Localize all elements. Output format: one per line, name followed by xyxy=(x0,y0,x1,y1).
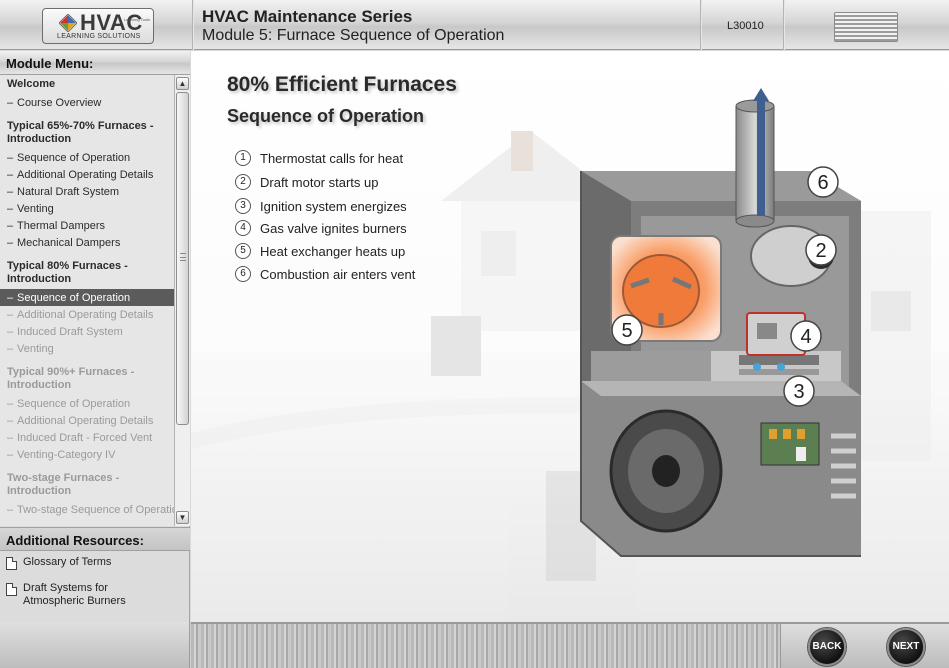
footer-bar: BACK NEXT xyxy=(0,622,949,668)
back-button[interactable]: BACK xyxy=(808,628,846,666)
content-area: 80% Efficient Furnaces Sequence of Opera… xyxy=(191,51,949,622)
step-text: Draft motor starts up xyxy=(260,175,379,190)
scroll-down-button[interactable]: ▼ xyxy=(176,511,189,524)
logo-small-text: Learning Tools xyxy=(124,17,150,22)
bullet-dash: – xyxy=(7,96,14,109)
bullet-dash: – xyxy=(7,397,14,410)
menu-item[interactable]: – Natural Draft System xyxy=(0,183,174,200)
next-button[interactable]: NEXT xyxy=(887,628,925,666)
menu-item[interactable]: – Thermal Dampers xyxy=(0,217,174,234)
menu-grille-button[interactable] xyxy=(834,12,898,42)
header-divider xyxy=(192,0,194,50)
menu-item[interactable]: – Additional Operating Details xyxy=(0,166,174,183)
footer-nav: BACK NEXT xyxy=(780,622,949,668)
footer-left-panel xyxy=(0,622,190,668)
menu-item-label: Course Overview xyxy=(17,96,102,109)
menu-item[interactable]: – Induced Draft - Forced Vent xyxy=(0,429,174,446)
bullet-dash: – xyxy=(7,448,14,461)
menu-item-label: Mechanical Dampers xyxy=(17,236,121,249)
bullet-dash: – xyxy=(7,325,14,338)
bullet-dash: – xyxy=(7,219,14,232)
lesson-code: L30010 xyxy=(727,20,764,32)
module-title: Module 5: Furnace Sequence of Operation xyxy=(202,27,505,44)
menu-item-label: Sequence of Operation xyxy=(17,291,131,304)
step-text: Gas valve ignites burners xyxy=(260,221,407,236)
bullet-dash: – xyxy=(7,151,14,164)
menu-item-label: Additional Operating Details xyxy=(17,414,154,427)
menu-item[interactable]: – Additional Operating Details xyxy=(0,306,174,323)
resource-label: Glossary of Terms xyxy=(23,556,112,568)
scroll-thumb[interactable] xyxy=(176,92,189,425)
step-number: 4 xyxy=(235,220,251,236)
menu-item[interactable]: – Two-stage Sequence of Operation xyxy=(0,501,174,518)
menu-section-title: Welcome xyxy=(7,78,56,90)
menu-section-title: Two-stage Furnaces - Introduction xyxy=(7,472,120,497)
menu-item-label: Additional Operating Details xyxy=(17,308,154,321)
footer-progress-bar xyxy=(191,622,780,668)
sidebar: Module Menu: Welcome – Course Overview Typi… xyxy=(0,51,190,622)
step-text: Heat exchanger heats up xyxy=(260,244,406,259)
menu-item-label: Additional Operating Details xyxy=(17,168,154,181)
content-title: 80% Efficient Furnaces xyxy=(227,73,457,96)
logo-tagline: LEARNING SOLUTIONS xyxy=(57,33,141,40)
header-divider xyxy=(700,0,702,50)
scroll-up-button[interactable]: ▲ xyxy=(176,77,189,90)
logo-diamond-icon xyxy=(59,14,77,32)
bullet-dash: – xyxy=(7,236,14,249)
series-title: HVAC Maintenance Series xyxy=(202,7,413,26)
module-menu-heading: Module Menu: xyxy=(0,51,190,75)
bullet-dash: – xyxy=(7,185,14,198)
resource-label: Draft Systems for Atmospheric Burners xyxy=(23,582,126,607)
menu-item[interactable]: – Sequence of Operation xyxy=(0,289,174,306)
step-text: Thermostat calls for heat xyxy=(260,151,404,166)
menu-section-title: Typical 65%-70% Furnaces - Introduction xyxy=(7,120,154,145)
menu-item-label: Venting-Category IV xyxy=(17,448,116,461)
header-divider xyxy=(783,0,785,50)
bullet-dash: – xyxy=(7,431,14,444)
menu-item[interactable]: – Mechanical Dampers xyxy=(0,234,174,251)
menu-item[interactable]: – Induced Draft System xyxy=(0,323,174,340)
additional-resources-heading: Additional Resources: xyxy=(0,527,190,551)
content-subtitle: Sequence of Operation xyxy=(227,106,425,126)
step-number: 5 xyxy=(235,243,251,259)
bullet-dash: – xyxy=(7,414,14,427)
step-number: 6 xyxy=(235,266,251,282)
menu-item-label: Venting xyxy=(17,342,54,355)
menu-scrollbar[interactable]: ▲ ▼ xyxy=(174,75,190,526)
bullet-dash: – xyxy=(7,503,14,516)
menu-item-label: Induced Draft - Forced Vent xyxy=(17,431,153,444)
bullet-dash: – xyxy=(7,308,14,321)
menu-item-label: Venting xyxy=(17,202,54,215)
document-icon xyxy=(6,583,17,596)
step-number: 1 xyxy=(235,150,251,166)
menu-item-label: Two-stage Sequence of Operation xyxy=(17,503,174,516)
bullet-dash: – xyxy=(7,342,14,355)
menu-item[interactable]: – Sequence of Operation xyxy=(0,149,174,166)
header-bar: HVAC Learning Tools LEARNING SOLUTIONS H… xyxy=(0,0,949,50)
menu-item-label: Sequence of Operation xyxy=(17,397,131,410)
menu-section-title: Typical 90%+ Furnaces - Introduction xyxy=(7,366,135,391)
menu-section-title: Typical 80% Furnaces - Introduction xyxy=(7,260,128,285)
step-number: 3 xyxy=(235,198,251,214)
menu-item[interactable]: – Venting-Category IV xyxy=(0,446,174,463)
document-icon xyxy=(6,557,17,570)
menu-item[interactable]: – Additional Operating Details xyxy=(0,412,174,429)
bullet-dash: – xyxy=(7,202,14,215)
menu-item-label: Natural Draft System xyxy=(17,185,120,198)
menu-item[interactable]: – Venting xyxy=(0,340,174,357)
menu-item-label: Thermal Dampers xyxy=(17,219,106,232)
bullet-dash: – xyxy=(7,291,14,304)
module-menu-list: Welcome – Course Overview Typical 65%-70% F… xyxy=(0,75,174,526)
furnace-illustration xyxy=(191,88,949,622)
step-number: 2 xyxy=(235,174,251,190)
hvac-logo: HVAC Learning Tools LEARNING SOLUTIONS xyxy=(42,8,154,44)
menu-item[interactable]: – Sequence of Operation xyxy=(0,395,174,412)
menu-item-label: Sequence of Operation xyxy=(17,151,131,164)
menu-item-label: Induced Draft System xyxy=(17,325,123,338)
step-text: Combustion air enters vent xyxy=(260,267,416,282)
menu-item[interactable]: – Course Overview xyxy=(0,94,174,111)
step-text: Ignition system energizes xyxy=(260,199,407,214)
menu-item[interactable]: – Venting xyxy=(0,200,174,217)
bullet-dash: – xyxy=(7,168,14,181)
